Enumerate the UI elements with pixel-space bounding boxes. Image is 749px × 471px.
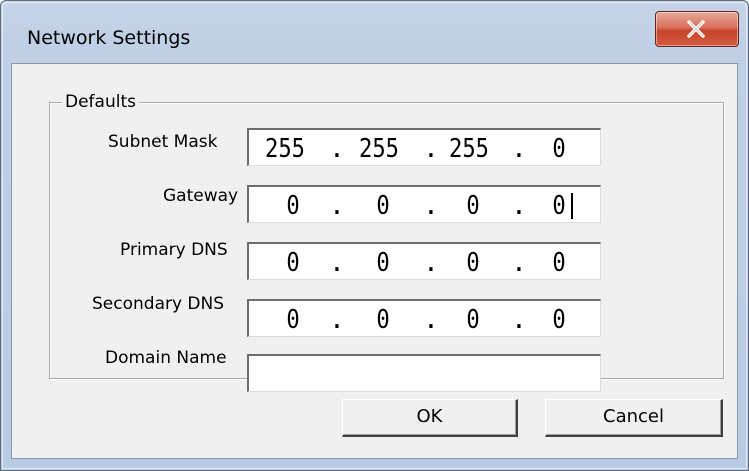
secondary-dns-octet-4[interactable]: 0: [534, 304, 585, 336]
secondary-dns-octet-3[interactable]: 0: [448, 304, 499, 336]
defaults-group-label: Defaults: [62, 92, 139, 112]
secondary-dns-octet-2[interactable]: 0: [358, 304, 409, 336]
octet-separator: .: [329, 191, 345, 221]
primary-dns-octet-1[interactable]: 0: [268, 247, 319, 279]
octet-separator: .: [511, 248, 527, 278]
subnet-mask-octet-4[interactable]: 0: [534, 133, 585, 165]
subnet-mask-field[interactable]: 255 . 255 . 255 . 0: [247, 128, 601, 166]
octet-separator: .: [511, 191, 527, 221]
subnet-mask-octet-2[interactable]: 255: [354, 133, 405, 165]
primary-dns-label: Primary DNS: [120, 240, 228, 260]
close-button[interactable]: [655, 11, 739, 47]
octet-separator: .: [329, 248, 345, 278]
network-settings-window: Network Settings Defaults Subnet Mask 25…: [0, 0, 749, 471]
gateway-octet-4[interactable]: 0: [534, 190, 585, 222]
ok-button[interactable]: OK: [342, 399, 518, 437]
gateway-octet-2[interactable]: 0: [358, 190, 409, 222]
primary-dns-field[interactable]: 0 . 0 . 0 . 0: [247, 242, 601, 280]
gateway-octet-3[interactable]: 0: [448, 190, 499, 222]
octet-separator: .: [329, 134, 345, 164]
octet-separator: .: [511, 305, 527, 335]
gateway-label: Gateway: [163, 186, 239, 206]
octet-separator: .: [423, 134, 439, 164]
primary-dns-octet-4[interactable]: 0: [534, 247, 585, 279]
octet-separator: .: [423, 305, 439, 335]
secondary-dns-label: Secondary DNS: [92, 294, 225, 314]
close-x-icon: [687, 20, 705, 38]
octet-separator: .: [329, 305, 345, 335]
secondary-dns-octet-1[interactable]: 0: [268, 304, 319, 336]
cancel-button[interactable]: Cancel: [545, 399, 723, 437]
subnet-mask-octet-3[interactable]: 255: [444, 133, 495, 165]
gateway-field[interactable]: 0 . 0 . 0 . 0: [247, 185, 601, 223]
text-caret: [571, 193, 573, 219]
domain-name-field[interactable]: [247, 354, 601, 392]
octet-separator: .: [423, 191, 439, 221]
gateway-octet-1[interactable]: 0: [268, 190, 319, 222]
primary-dns-octet-2[interactable]: 0: [358, 247, 409, 279]
title-bar[interactable]: Network Settings: [1, 1, 748, 63]
window-title: Network Settings: [27, 27, 191, 49]
subnet-mask-octet-1[interactable]: 255: [260, 133, 311, 165]
octet-separator: .: [511, 134, 527, 164]
octet-separator: .: [423, 248, 439, 278]
domain-name-label: Domain Name: [105, 348, 227, 368]
secondary-dns-field[interactable]: 0 . 0 . 0 . 0: [247, 299, 601, 337]
subnet-mask-label: Subnet Mask: [108, 132, 218, 152]
primary-dns-octet-3[interactable]: 0: [448, 247, 499, 279]
dialog-body: Defaults Subnet Mask 255 . 255 . 255 . 0…: [11, 63, 738, 459]
